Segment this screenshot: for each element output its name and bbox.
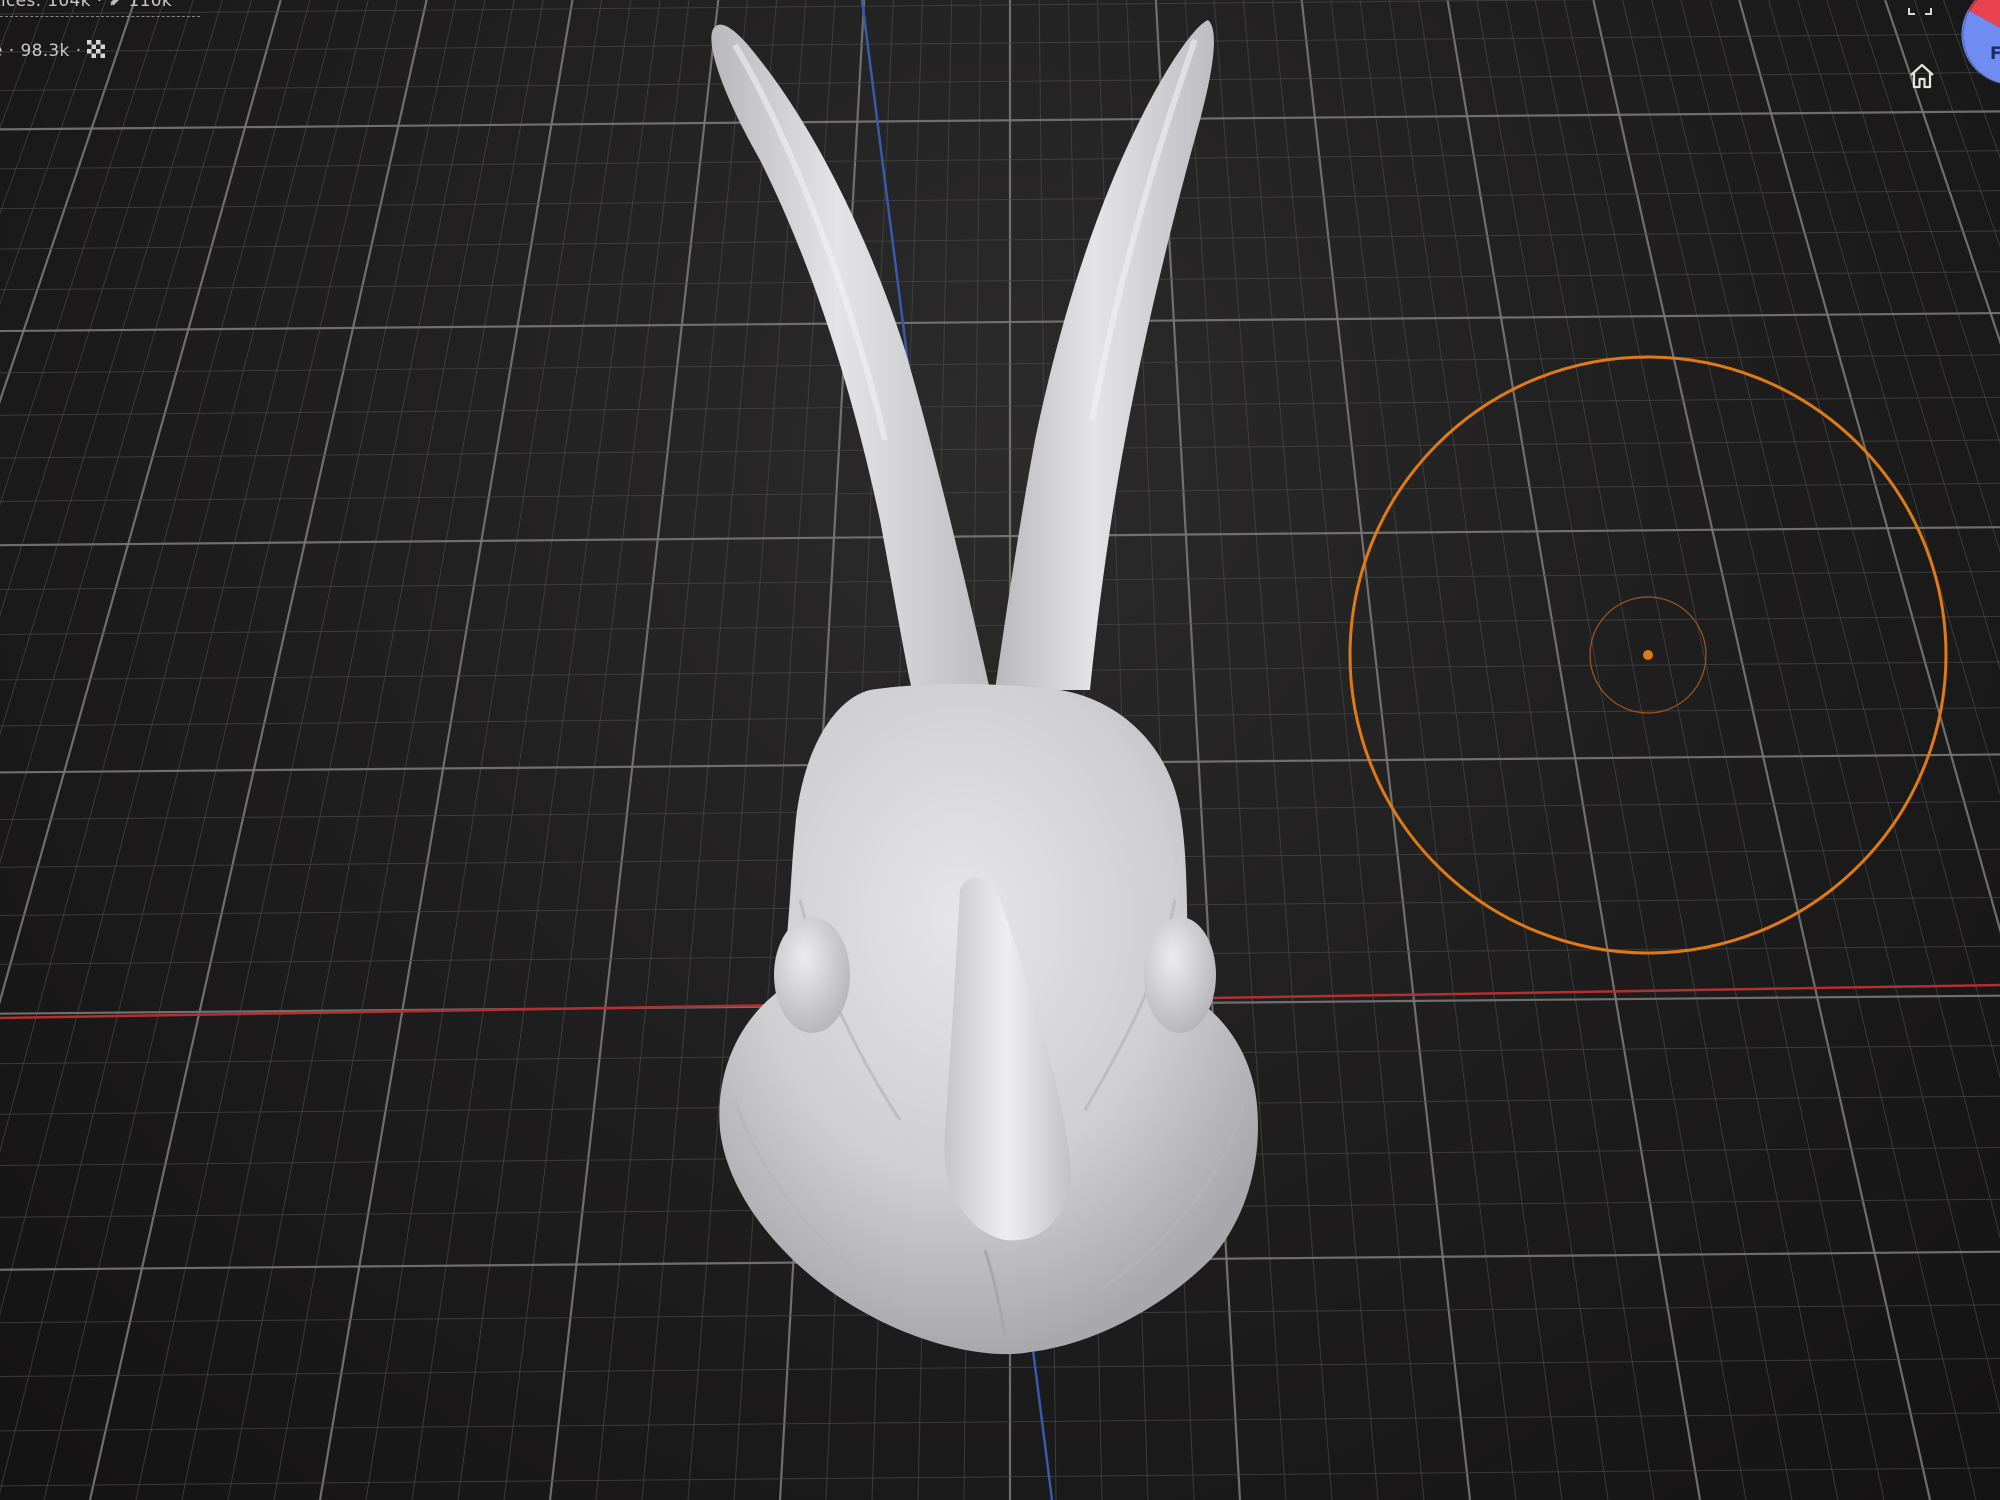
row2-value: 98.3k [20, 41, 70, 61]
left-eye[interactable] [774, 917, 850, 1033]
grid-line [1213, 0, 1333, 1500]
grid-line [1184, 0, 1287, 1500]
memory-row: e · 98.3k · [0, 36, 172, 66]
grid-line [1680, 0, 2000, 1239]
grid-line [457, 0, 661, 1500]
grid-line [0, 190, 2000, 210]
grid-line [1592, 0, 1932, 1500]
grid-line [1884, 0, 2000, 345]
grid-line [0, 0, 253, 865]
grid-line [1651, 0, 2000, 1413]
grid-line [0, 0, 107, 306]
face-count: 110k [128, 0, 172, 11]
vertex-face-count-row: tices: 104k · 110k [0, 0, 172, 16]
fullscreen-icon [1907, 0, 1933, 21]
grid-line [0, 526, 2000, 547]
grid-line [135, 0, 457, 1500]
grid-line [1942, 0, 2000, 159]
grid-line [641, 0, 778, 1500]
brush-cursor[interactable] [1348, 355, 1948, 955]
grid-line [365, 0, 603, 1500]
grid-line [1388, 0, 1609, 1500]
right-eye[interactable] [1144, 917, 1216, 1033]
grid-line [0, 354, 2000, 374]
home-icon [1907, 61, 1937, 96]
grid-line [0, 0, 1612, 15]
grid-line [1272, 0, 1425, 1500]
grid-line [0, 1467, 2000, 1487]
grid-line [1622, 0, 1977, 1500]
grid-line [503, 0, 690, 1500]
grid-line [1563, 0, 1885, 1500]
grid-line [1446, 0, 1702, 1500]
grid-line [1855, 0, 2000, 445]
grid-line [181, 0, 486, 1500]
grid-line [548, 0, 720, 1500]
grid-line [0, 71, 2000, 91]
grid-line [0, 110, 2000, 131]
grid-line [1972, 0, 2000, 76]
3d-viewport[interactable]: tices: 104k · 110k e · 98.3k · [0, 0, 2000, 1500]
grid-line [0, 396, 2000, 416]
row2-prefix: e [0, 41, 3, 61]
grid-line [0, 615, 2000, 635]
grid-line [1797, 0, 2000, 670]
left-ear[interactable] [711, 24, 990, 691]
grid-line [687, 0, 807, 1500]
grid-line [1476, 0, 1747, 1500]
triangle-mesh-icon [109, 0, 125, 12]
grid-line [0, 0, 136, 405]
vertex-count: tices: 104k [0, 0, 91, 11]
grid-line [0, 1357, 2000, 1377]
rabbit-model[interactable] [711, 20, 1258, 1355]
grid-line [1300, 0, 1472, 1500]
grid-line [43, 0, 398, 1500]
grid-line [0, 0, 48, 130]
grid-line [0, 150, 2000, 170]
grid-line [0, 0, 340, 1316]
grid-line [227, 0, 515, 1500]
grid-line [318, 0, 574, 1500]
grid-line [0, 0, 311, 1153]
grid-line [1709, 0, 2000, 1079]
brush-center-dot [1643, 650, 1653, 660]
grid-line [1826, 0, 2000, 554]
grid-line [0, 0, 223, 736]
grid-line [273, 0, 544, 1500]
grid-line [1330, 0, 1517, 1500]
stats-divider [0, 16, 200, 17]
grid-line [88, 0, 428, 1500]
fullscreen-button[interactable] [1905, 0, 1935, 20]
grid-line [595, 0, 748, 1500]
grid-line [1505, 0, 1793, 1500]
grid-line [0, 0, 78, 215]
grid-line [1359, 0, 1563, 1500]
grid-line [0, 439, 2000, 459]
checkerboard-icon[interactable] [87, 39, 106, 63]
grid-line [1242, 0, 1379, 1500]
grid-line [0, 1412, 2000, 1432]
scene-canvas[interactable] [0, 0, 2000, 1500]
home-view-button[interactable] [1902, 58, 1942, 98]
grid-line [0, 0, 19, 50]
gizmo-face-label: F [1990, 44, 2000, 64]
grid-line [1534, 0, 1839, 1500]
grid-line [0, 230, 2000, 250]
mesh-stats-overlay: tices: 104k · 110k e · 98.3k · [0, 0, 200, 66]
grid-line [0, 571, 2000, 591]
grid-line [1417, 0, 1655, 1500]
grid-line [411, 0, 632, 1500]
grid-line [0, 482, 2000, 502]
